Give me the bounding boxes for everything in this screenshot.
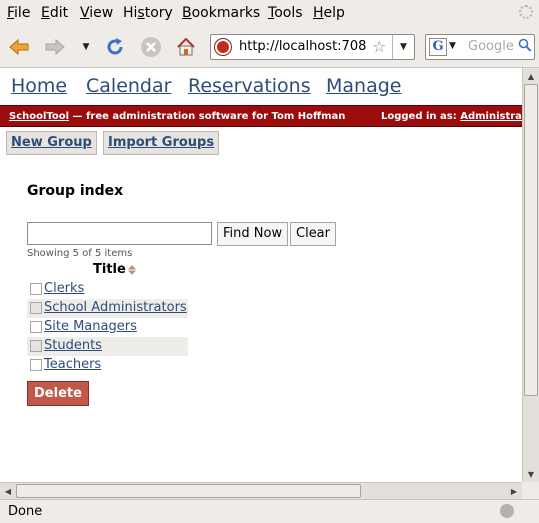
action-bar: New Group Import Groups (0, 128, 522, 158)
bookmark-star-icon[interactable]: ☆ (372, 37, 386, 56)
forward-arrow-icon (45, 38, 65, 56)
group-link[interactable]: Clerks (44, 281, 84, 296)
import-groups-button[interactable]: Import Groups (103, 131, 220, 155)
row-checkbox[interactable] (30, 340, 42, 352)
nav-reservations-link[interactable]: Reservations (188, 75, 311, 97)
search-engine-icon[interactable]: G (429, 38, 447, 56)
scroll-right-arrow-icon[interactable]: ▶ (506, 483, 522, 499)
navigation-toolbar: ▼ http://localhost:708 ☆ ▼ G ▼ Google (0, 26, 539, 68)
menu-tools[interactable]: Tools (268, 5, 303, 21)
group-search-input[interactable] (27, 222, 212, 245)
row-checkbox[interactable] (30, 321, 42, 333)
group-link[interactable]: Site Managers (44, 319, 137, 334)
menu-view[interactable]: View (80, 5, 113, 21)
tagline-text: — free administration software for Tom H… (69, 111, 346, 122)
nav-calendar-link[interactable]: Calendar (86, 75, 171, 97)
vertical-scrollbar[interactable]: ▲ ▼ (522, 68, 539, 482)
forward-button[interactable] (42, 34, 68, 60)
home-button[interactable] (173, 34, 199, 60)
delete-button[interactable]: Delete (27, 381, 89, 406)
schooltool-banner: SchoolTool — free administration softwar… (0, 105, 522, 127)
nav-manage-link[interactable]: Manage (326, 75, 401, 97)
stop-icon (141, 37, 161, 57)
table-row: Clerks (27, 280, 188, 299)
menu-help[interactable]: Help (313, 5, 345, 21)
horizontal-scrollbar[interactable]: ◀ ▶ (0, 482, 522, 499)
login-status: Logged in as: Administrator (381, 111, 522, 122)
reload-icon (107, 38, 123, 55)
status-text: Done (8, 504, 43, 519)
new-group-button[interactable]: New Group (6, 131, 97, 155)
page-viewport: Home Calendar Reservations Manage School… (0, 68, 522, 482)
home-icon (177, 37, 195, 56)
status-bar: Done (0, 499, 539, 523)
stop-button[interactable] (138, 34, 164, 60)
clear-button[interactable]: Clear (290, 222, 336, 246)
page-title: Group index (27, 183, 124, 199)
scroll-down-arrow-icon[interactable]: ▼ (523, 466, 539, 482)
search-icon[interactable] (518, 38, 532, 54)
site-identity-icon[interactable] (215, 39, 231, 55)
site-navigation: Home Calendar Reservations Manage (0, 68, 522, 104)
reload-button[interactable] (102, 34, 128, 60)
menu-bar: File Edit View History Bookmarks Tools H… (0, 0, 539, 26)
group-link[interactable]: School Administrators (44, 300, 187, 315)
vertical-scroll-thumb[interactable] (524, 84, 538, 396)
address-url[interactable]: http://localhost:708 (239, 39, 379, 54)
find-now-button[interactable]: Find Now (217, 222, 289, 246)
row-checkbox[interactable] (30, 283, 42, 295)
group-link[interactable]: Teachers (44, 357, 101, 372)
table-row: Teachers (27, 356, 188, 375)
search-engine-dropdown-icon[interactable]: ▼ (449, 41, 456, 51)
table-row: School Administrators (27, 299, 188, 318)
connection-status-icon (500, 504, 514, 518)
menu-file[interactable]: File (7, 5, 30, 21)
web-search-box[interactable]: G ▼ Google (425, 34, 535, 60)
back-arrow-icon (9, 38, 29, 56)
scroll-left-arrow-icon[interactable]: ◀ (0, 483, 16, 499)
logged-in-label: Logged in as: (381, 111, 461, 122)
row-checkbox[interactable] (30, 302, 42, 314)
banner-tagline: SchoolTool — free administration softwar… (9, 111, 345, 122)
logged-in-user-link[interactable]: Administrator (460, 111, 522, 122)
group-link[interactable]: Students (44, 338, 102, 353)
column-header-title[interactable]: Title (93, 262, 126, 277)
results-count: Showing 5 of 5 items (27, 248, 133, 259)
nav-home-link[interactable]: Home (11, 75, 67, 97)
scroll-up-arrow-icon[interactable]: ▲ (523, 68, 539, 84)
menu-edit[interactable]: Edit (41, 5, 68, 21)
activity-throbber-icon (519, 5, 533, 19)
history-dropdown-button[interactable]: ▼ (79, 34, 93, 60)
horizontal-scroll-thumb[interactable] (16, 484, 361, 498)
back-button[interactable] (6, 34, 32, 60)
search-placeholder[interactable]: Google (468, 39, 514, 54)
sort-icon[interactable] (127, 264, 137, 276)
table-row: Students (27, 337, 188, 356)
address-bar[interactable]: http://localhost:708 ☆ ▼ (210, 34, 415, 60)
table-row: Site Managers (27, 318, 188, 337)
row-checkbox[interactable] (30, 359, 42, 371)
brand-link[interactable]: SchoolTool (9, 111, 69, 122)
menu-history[interactable]: History (123, 5, 173, 21)
menu-bookmarks[interactable]: Bookmarks (182, 5, 260, 21)
address-dropdown-button[interactable]: ▼ (392, 35, 414, 59)
scrollbar-corner (522, 482, 539, 499)
